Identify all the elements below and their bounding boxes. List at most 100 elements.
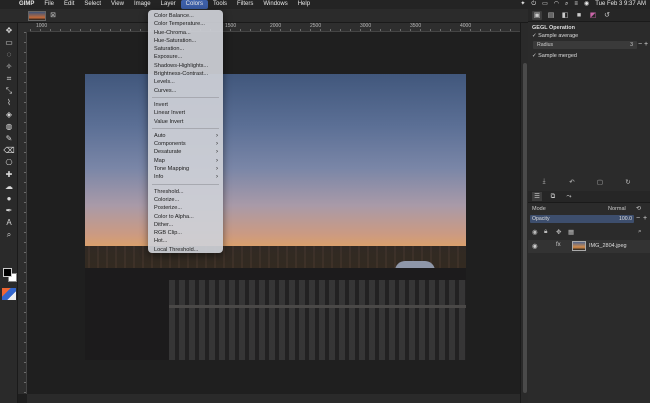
lasso-icon[interactable]: ◌ <box>2 49 16 60</box>
wifi-icon[interactable]: ◠ <box>554 0 559 9</box>
vertical-scrollbar[interactable] <box>520 23 528 403</box>
paths-tab-icon[interactable]: ⤳ <box>564 192 574 201</box>
menu-edit[interactable]: Edit <box>59 0 79 9</box>
horizontal-ruler[interactable]: 1000 1500 2000 2500 3000 3500 4000 <box>30 23 520 32</box>
menu-app-gimp[interactable]: GIMP <box>14 0 39 9</box>
menu-item-components[interactable]: Components › <box>148 140 223 148</box>
menu-item-dither[interactable]: Dither... <box>148 221 223 229</box>
transform-icon[interactable]: ⤡ <box>2 85 16 96</box>
menu-item-hue-saturation[interactable]: Hue-Saturation... <box>148 37 223 45</box>
menu-item-color-temperature[interactable]: Color Temperature... <box>148 20 223 28</box>
minus-icon[interactable]: − <box>638 41 642 49</box>
close-icon[interactable]: ⊠ <box>49 12 57 20</box>
text-tool-icon[interactable]: A <box>2 217 16 228</box>
menu-view[interactable]: View <box>106 0 129 9</box>
menu-layer[interactable]: Layer <box>156 0 181 9</box>
fx-icon[interactable]: fx <box>556 242 561 248</box>
scrollbar-thumb[interactable] <box>523 63 527 393</box>
bucket-fill-icon[interactable]: ◍ <box>2 121 16 132</box>
warp-icon[interactable]: ⌇ <box>2 97 16 108</box>
plus-icon[interactable]: + <box>643 215 647 223</box>
menu-item-curves[interactable]: Curves... <box>148 87 223 95</box>
lock-icon[interactable]: 🔒︎ <box>544 228 547 236</box>
device-status-tab-icon[interactable]: ▤ <box>546 11 556 20</box>
brushes-tab-icon[interactable]: ↺ <box>602 11 612 20</box>
eraser-icon[interactable]: ⌫ <box>2 145 16 156</box>
undo-history-tab-icon[interactable]: ◧ <box>560 11 570 20</box>
plus-icon[interactable]: + <box>644 41 648 49</box>
images-tab-icon[interactable]: ■ <box>574 11 584 20</box>
menu-item-saturation[interactable]: Saturation... <box>148 45 223 53</box>
menu-item-color-to-alpha[interactable]: Color to Alpha... <box>148 213 223 221</box>
move-tool-icon[interactable]: ✥ <box>2 25 16 36</box>
menu-tools[interactable]: Tools <box>208 0 232 9</box>
delete-icon[interactable]: ▢ <box>596 178 604 186</box>
menu-item-hue-chroma[interactable]: Hue-Chroma... <box>148 29 223 37</box>
layer-row[interactable]: ◉ fx IMG_2804.jpeg <box>528 240 650 253</box>
menu-item-threshold[interactable]: Threshold... <box>148 188 223 196</box>
eye-icon[interactable]: ◉ <box>532 242 538 250</box>
menu-colors[interactable]: Colors <box>180 0 208 9</box>
clock[interactable]: Tue Feb 3 9:37 AM <box>595 0 646 9</box>
clone-icon[interactable]: ⎔ <box>2 157 16 168</box>
layer-name[interactable]: IMG_2804.jpeg <box>589 240 627 253</box>
menu-item-value-invert[interactable]: Value Invert <box>148 118 223 126</box>
save-preset-icon[interactable]: ⤓ <box>540 178 548 186</box>
radius-field[interactable]: Radius 3 <box>533 41 637 49</box>
control-center-icon[interactable]: ≡ <box>574 0 578 9</box>
menu-item-levels[interactable]: Levels... <box>148 78 223 86</box>
layers-tab-icon[interactable]: ☰ <box>532 192 542 201</box>
menu-select[interactable]: Select <box>79 0 106 9</box>
menu-item-tone-mapping[interactable]: Tone Mapping › <box>148 165 223 173</box>
rect-select-icon[interactable]: ▭ <box>2 37 16 48</box>
menu-item-desaturate[interactable]: Desaturate › <box>148 148 223 156</box>
menu-item-auto[interactable]: Auto › <box>148 132 223 140</box>
menu-windows[interactable]: Windows <box>258 0 292 9</box>
lock-position-icon[interactable]: ✥ <box>556 228 561 236</box>
battery-icon[interactable]: ▭ <box>542 0 548 9</box>
reset-icon[interactable]: ↻ <box>624 178 632 186</box>
sample-merged-checkbox[interactable]: ✓ Sample merged <box>532 53 577 59</box>
dodge-icon[interactable]: ● <box>2 193 16 204</box>
opacity-field[interactable]: Opacity 100.0 <box>530 215 634 223</box>
smudge-icon[interactable]: ☁ <box>2 181 16 192</box>
menu-item-invert[interactable]: Invert <box>148 101 223 109</box>
search-icon[interactable]: ⌕ <box>565 0 568 9</box>
menu-item-shadows-highlights[interactable]: Shadows-Highlights... <box>148 62 223 70</box>
channels-tab-icon[interactable]: ⧉ <box>548 192 558 201</box>
menu-item-rgb-clip[interactable]: RGB Clip... <box>148 229 223 237</box>
default-colors-icon[interactable] <box>2 288 16 300</box>
menu-item-brightness-contrast[interactable]: Brightness-Contrast... <box>148 70 223 78</box>
menu-item-color-balance[interactable]: Color Balance... <box>148 12 223 20</box>
restore-icon[interactable]: ↶ <box>568 178 576 186</box>
siri-icon[interactable]: ◉ <box>584 0 589 9</box>
menu-help[interactable]: Help <box>293 0 315 9</box>
menu-item-map[interactable]: Map › <box>148 157 223 165</box>
lock-alpha-icon[interactable]: ▦ <box>568 228 574 236</box>
minus-icon[interactable]: − <box>636 215 640 223</box>
eye-icon[interactable]: ◉ <box>532 228 538 236</box>
image-tab-thumbnail[interactable] <box>28 11 46 21</box>
crop-icon[interactable]: ⌗ <box>2 73 16 84</box>
menu-item-colorize[interactable]: Colorize... <box>148 196 223 204</box>
fuzzy-select-icon[interactable]: ✧ <box>2 61 16 72</box>
text-icon[interactable]: ◈ <box>2 109 16 120</box>
foreground-color-swatch[interactable] <box>3 268 12 277</box>
zoom-icon[interactable]: ⌕ <box>2 229 16 240</box>
menu-item-posterize[interactable]: Posterize... <box>148 204 223 212</box>
colors-tab-icon[interactable]: ◩ <box>588 11 598 20</box>
menu-item-hot[interactable]: Hot... <box>148 237 223 245</box>
sample-average-checkbox[interactable]: ✓ Sample average <box>532 33 578 39</box>
paths-icon[interactable]: ✒ <box>2 205 16 216</box>
heal-icon[interactable]: ✚ <box>2 169 16 180</box>
sparkle-icon[interactable]: ✦ <box>520 0 525 9</box>
horizontal-scrollbar[interactable] <box>27 394 520 403</box>
mode-options-icon[interactable]: ⟲ <box>636 204 641 214</box>
control-icon[interactable]: ⏻ <box>531 0 536 9</box>
paintbrush-icon[interactable]: ✎ <box>2 133 16 144</box>
vertical-ruler[interactable] <box>18 32 27 394</box>
menu-file[interactable]: File <box>39 0 59 9</box>
image-canvas[interactable] <box>85 74 466 360</box>
menu-item-info[interactable]: Info › <box>148 173 223 181</box>
menu-item-local-threshold[interactable]: Local Threshold... <box>148 246 223 254</box>
